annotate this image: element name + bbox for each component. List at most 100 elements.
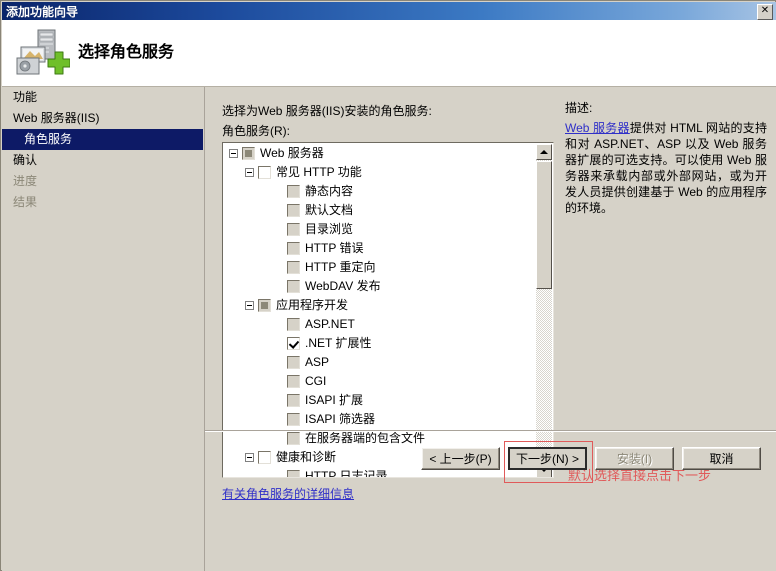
checkbox-gray[interactable] — [287, 242, 300, 255]
tree-item-label: ISAPI 筛选器 — [305, 412, 376, 426]
tree-item-label: 静态内容 — [305, 184, 354, 198]
button-label: < 上一步(P) — [429, 452, 492, 466]
description-pane: 描述: Web 服务器提供对 HTML 网站的支持和对 ASP.NET、ASP … — [565, 99, 767, 216]
sidebar-item-label: Web 服务器(IIS) — [13, 111, 100, 125]
button-label: 下一步(N) > — [515, 452, 579, 466]
tree-item[interactable]: WebDAV 发布 — [223, 277, 537, 296]
sidebar-item-label: 角色服务 — [24, 132, 73, 146]
tree-scrollbar[interactable] — [536, 144, 552, 477]
tree-item-label: 健康和诊断 — [276, 450, 337, 464]
checkbox-gray[interactable] — [287, 356, 300, 369]
tree-item[interactable]: HTTP 重定向 — [223, 258, 537, 277]
main-pane: 选择为Web 服务器(IIS)安装的角色服务: 角色服务(R): Web 服务器… — [205, 87, 776, 571]
tree-item-label: 默认文档 — [305, 203, 354, 217]
page-title: 选择角色服务 — [78, 44, 175, 61]
description-text: 提供对 HTML 网站的支持和对 ASP.NET、ASP 以及 Web 服务器扩… — [565, 121, 767, 215]
tree-item[interactable]: HTTP 错误 — [223, 239, 537, 258]
expander-minus-icon[interactable] — [245, 168, 254, 177]
tree-item-label: 目录浏览 — [305, 222, 354, 236]
tree-item[interactable]: 应用程序开发 — [223, 296, 537, 315]
tree-item-label: WebDAV 发布 — [305, 279, 381, 293]
header-banner: 选择角色服务 — [2, 20, 776, 87]
sidebar-item-label: 结果 — [13, 195, 38, 209]
cancel-button[interactable]: 取消 — [682, 447, 761, 470]
checkbox-gray[interactable] — [287, 185, 300, 198]
sidebar-item-2[interactable]: 角色服务 — [2, 129, 203, 150]
checkbox-gray[interactable] — [287, 432, 300, 445]
install-button: 安装(I) — [595, 447, 674, 470]
wizard-nav: 功能 Web 服务器(IIS) 角色服务确认进度结果 — [2, 87, 205, 571]
checkbox-gray[interactable] — [287, 413, 300, 426]
sidebar-item-3[interactable]: 确认 — [2, 150, 204, 171]
sidebar-item-4[interactable]: 进度 — [2, 171, 204, 192]
tree-item[interactable]: CGI — [223, 372, 537, 391]
tree-item[interactable]: 目录浏览 — [223, 220, 537, 239]
scrollbar-thumb[interactable] — [536, 161, 552, 289]
tree-item-label: CGI — [305, 374, 327, 388]
checkbox-gray[interactable] — [287, 261, 300, 274]
close-icon[interactable]: ✕ — [757, 4, 773, 20]
sidebar-item-label: 进度 — [13, 174, 38, 188]
role-services-tree[interactable]: Web 服务器常见 HTTP 功能静态内容默认文档目录浏览 HTTP 错误 HTTP… — [222, 142, 554, 478]
tree-item[interactable]: ISAPI 扩展 — [223, 391, 537, 410]
sidebar-item-label: 功能 — [13, 90, 38, 104]
checkbox-filled[interactable] — [242, 147, 255, 160]
tree-item-label: HTTP 重定向 — [305, 260, 376, 274]
button-label: 安装(I) — [616, 452, 653, 466]
tree-item[interactable]: ASP.NET — [223, 315, 537, 334]
expander-minus-icon[interactable] — [245, 453, 254, 462]
tree-item[interactable]: Web 服务器 — [223, 144, 537, 163]
checkbox-gray[interactable] — [287, 375, 300, 388]
tree-item-label: HTTP 日志记录 — [305, 469, 388, 478]
checkbox-checked[interactable] — [287, 337, 300, 350]
scroll-up-icon[interactable] — [536, 144, 552, 160]
sidebar-item-0[interactable]: 功能 — [2, 87, 204, 108]
sidebar-item-1[interactable]: Web 服务器(IIS) — [2, 108, 204, 129]
tree-item-label: ASP.NET — [305, 317, 355, 331]
checkbox-empty[interactable] — [258, 451, 271, 464]
web-server-link[interactable]: Web 服务器 — [565, 121, 630, 135]
title-bar: 添加功能向导 ✕ — [2, 2, 776, 20]
server-add-icon — [16, 29, 70, 75]
checkbox-filled[interactable] — [258, 299, 271, 312]
tree-item[interactable]: ASP — [223, 353, 537, 372]
tree-item-label: Web 服务器 — [260, 146, 324, 160]
tree-item-label: ASP — [305, 355, 330, 369]
tree-item-label: .NET 扩展性 — [305, 336, 372, 350]
checkbox-gray[interactable] — [287, 280, 300, 293]
next-button[interactable]: 下一步(N) > — [508, 447, 587, 470]
tree-item[interactable]: ISAPI 筛选器 — [223, 410, 537, 429]
tree-item[interactable]: 静态内容 — [223, 182, 537, 201]
window-title: 添加功能向导 — [6, 4, 79, 19]
tree-item-label: HTTP 错误 — [305, 241, 364, 255]
role-services-label: 角色服务(R): — [222, 124, 290, 138]
description-title: 描述: — [565, 101, 593, 115]
triangle-up-icon — [540, 150, 548, 154]
tree-node-container: Web 服务器常见 HTTP 功能静态内容默认文档目录浏览 HTTP 错误 HTTP… — [223, 144, 537, 478]
expander-minus-icon[interactable] — [245, 301, 254, 310]
checkbox-empty[interactable] — [258, 166, 271, 179]
footer-separator — [205, 430, 776, 432]
tree-item[interactable]: .NET 扩展性 — [223, 334, 537, 353]
checkbox-gray[interactable] — [287, 470, 300, 477]
wizard-window: 添加功能向导 ✕ 选择角色服务 功能 Web 服务器(IIS) 角色服务确认进度结果 — [0, 0, 776, 571]
more-info-link[interactable]: 有关角色服务的详细信息 — [222, 485, 354, 502]
button-label: 取消 — [709, 452, 734, 466]
tree-item-label: ISAPI 扩展 — [305, 393, 364, 407]
tree-item-label: 常见 HTTP 功能 — [276, 165, 362, 179]
checkbox-gray[interactable] — [287, 204, 300, 217]
checkbox-gray[interactable] — [287, 394, 300, 407]
next-button-wrapper: 下一步(N) > — [504, 441, 593, 483]
expander-minus-icon[interactable] — [229, 149, 238, 158]
tree-item[interactable]: 常见 HTTP 功能 — [223, 163, 537, 182]
checkbox-gray[interactable] — [287, 223, 300, 236]
wizard-buttons: < 上一步(P) 下一步(N) > 安装(I) 取消 — [421, 441, 761, 483]
sidebar-item-5[interactable]: 结果 — [2, 192, 204, 213]
checkbox-gray[interactable] — [287, 318, 300, 331]
tree-item-label: 应用程序开发 — [276, 298, 349, 312]
back-button[interactable]: < 上一步(P) — [421, 447, 500, 470]
intro-text: 选择为Web 服务器(IIS)安装的角色服务: — [222, 104, 432, 118]
sidebar-item-label: 确认 — [13, 153, 38, 167]
tree-item[interactable]: 默认文档 — [223, 201, 537, 220]
tree-item-label: 在服务器端的包含文件 — [305, 431, 426, 445]
